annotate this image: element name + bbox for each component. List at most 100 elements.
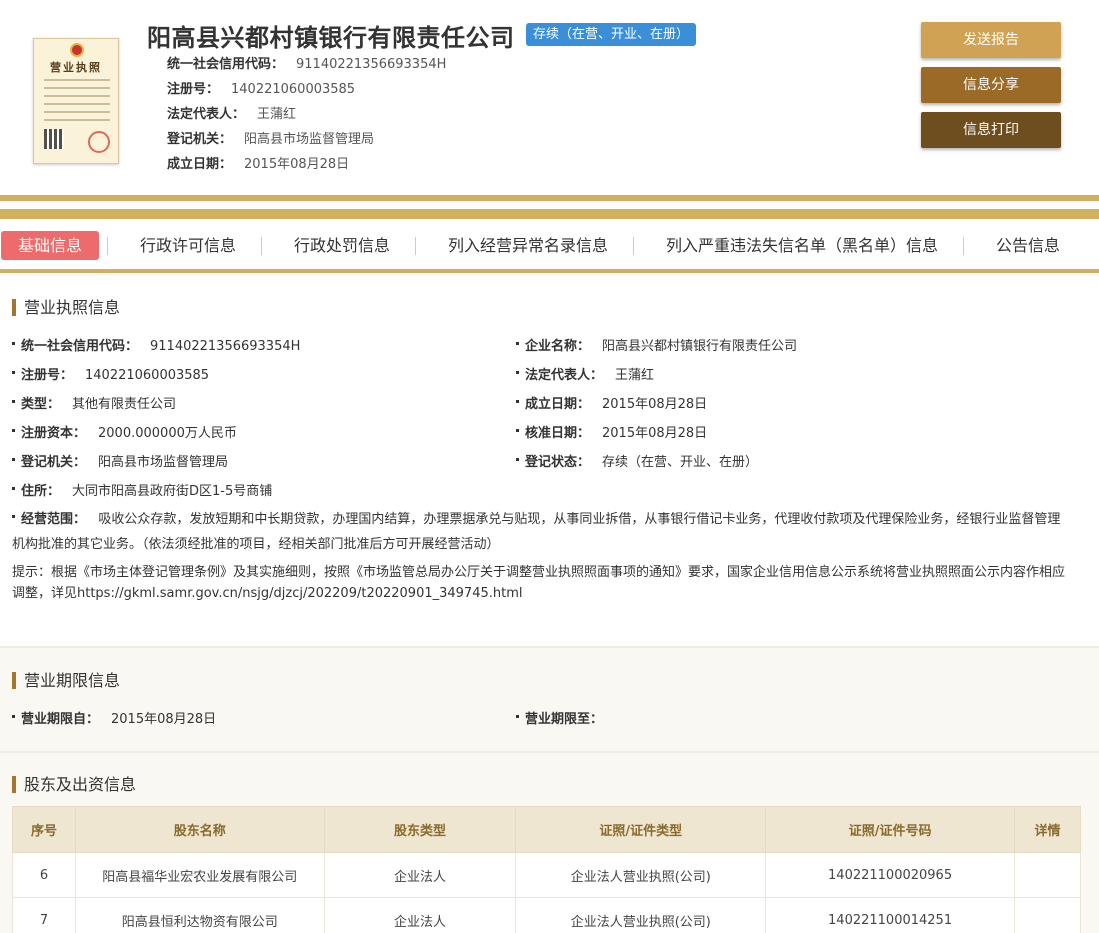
header-established-label: 成立日期： bbox=[167, 157, 232, 172]
header-legal-rep-row: 法定代表人： 王蒲红 bbox=[167, 103, 296, 122]
section-title-shareholders: 股东及出资信息 bbox=[12, 776, 136, 793]
field-address: 住所：大同市阳高县政府街D区1-5号商铺 bbox=[12, 480, 272, 499]
header-divider-top bbox=[0, 195, 1099, 201]
cell-details[interactable] bbox=[1015, 853, 1081, 898]
field-value: 140221060003585 bbox=[85, 368, 209, 383]
field-value: 2015年08月28日 bbox=[111, 712, 216, 727]
cell-cert-type: 企业法人营业执照(公司) bbox=[516, 853, 766, 898]
table-row: 6 阳高县福华业宏农业发展有限公司 企业法人 企业法人营业执照(公司) 1402… bbox=[13, 853, 1081, 898]
table-row: 7 阳高县恒利达物资有限公司 企业法人 企业法人营业执照(公司) 1402211… bbox=[13, 898, 1081, 933]
table-header-row: 序号 股东名称 股东类型 证照/证件类型 证照/证件号码 详情 bbox=[13, 807, 1081, 853]
column-header-name: 股东名称 bbox=[75, 807, 324, 853]
company-name-title: 阳高县兴都村镇银行有限责任公司 bbox=[147, 18, 515, 53]
field-value: 王蒲红 bbox=[615, 368, 654, 383]
tab-basic-info[interactable]: 基础信息 bbox=[1, 231, 99, 260]
business-license-thumbnail[interactable]: 营业执照 bbox=[33, 38, 119, 164]
notice-tip: 提示：根据《市场主体登记管理条例》及其实施细则，按照《市场监管总局办公厅关于调整… bbox=[12, 562, 1067, 604]
field-label: 类型： bbox=[21, 397, 60, 412]
section-title-term: 营业期限信息 bbox=[12, 672, 120, 689]
header-legal-rep-value: 王蒲红 bbox=[257, 107, 296, 122]
header-reg-no-label: 注册号： bbox=[167, 82, 219, 97]
field-value: 2015年08月28日 bbox=[602, 426, 707, 441]
send-report-button[interactable]: 发送报告 bbox=[921, 22, 1061, 58]
field-label: 注册资本： bbox=[21, 426, 86, 441]
column-header-index: 序号 bbox=[13, 807, 76, 853]
business-scope-value: 吸收公众存款，发放短期和中长期贷款，办理国内结算，办理票据承兑与贴现，从事同业拆… bbox=[12, 512, 1060, 552]
business-scope-label: 经营范围： bbox=[21, 512, 86, 527]
field-type: 类型： 其他有限责任公司 bbox=[12, 393, 176, 412]
header-legal-rep-label: 法定代表人： bbox=[167, 107, 245, 122]
tab-admin-license[interactable]: 行政许可信息 bbox=[140, 231, 236, 260]
header-credit-code-value: 91140221356693354H bbox=[296, 57, 446, 72]
field-label: 住所： bbox=[21, 484, 60, 499]
cell-cert-no: 140221100014251 bbox=[766, 898, 1015, 933]
header-established-row: 成立日期： 2015年08月28日 bbox=[167, 153, 349, 172]
field-value: 2000.000000万人民币 bbox=[98, 426, 237, 441]
field-value: 阳高县市场监督管理局 bbox=[98, 455, 228, 470]
field-term-from: 营业期限自：2015年08月28日 bbox=[12, 708, 216, 727]
field-label: 登记机关： bbox=[21, 455, 86, 470]
tab-blacklist[interactable]: 列入严重违法失信名单（黑名单）信息 bbox=[666, 231, 938, 260]
cell-cert-no: 140221100020965 bbox=[766, 853, 1015, 898]
cell-name: 阳高县恒利达物资有限公司 bbox=[75, 898, 324, 933]
tab-abnormal-operation[interactable]: 列入经营异常名录信息 bbox=[448, 231, 608, 260]
tab-separator bbox=[633, 237, 634, 255]
cell-cert-type: 企业法人营业执照(公司) bbox=[516, 898, 766, 933]
field-reg-no: 注册号： 140221060003585 bbox=[12, 364, 209, 383]
field-value: 存续（在营、开业、在册） bbox=[602, 455, 758, 470]
column-header-details: 详情 bbox=[1015, 807, 1081, 853]
field-reg-authority: 登记机关： 阳高县市场监督管理局 bbox=[12, 451, 228, 470]
operating-term-section: 营业期限信息 营业期限自：2015年08月28日 营业期限至： bbox=[0, 648, 1099, 751]
tab-announcements[interactable]: 公告信息 bbox=[996, 231, 1060, 260]
info-tabs: 基础信息 行政许可信息 行政处罚信息 列入经营异常名录信息 列入严重违法失信名单… bbox=[0, 221, 1099, 271]
header-divider-bottom bbox=[0, 209, 1099, 219]
field-value: 阳高县兴都村镇银行有限责任公司 bbox=[602, 339, 797, 354]
field-label: 注册号： bbox=[21, 368, 73, 383]
tab-separator bbox=[261, 237, 262, 255]
business-license-section: 营业执照信息 统一社会信用代码：91140221356693354H 注册号：1… bbox=[0, 273, 1099, 646]
field-label: 成立日期： bbox=[525, 397, 590, 412]
field-value: 其他有限责任公司 bbox=[72, 397, 176, 412]
field-label: 法定代表人： bbox=[525, 368, 603, 383]
header-reg-no-row: 注册号： 140221060003585 bbox=[167, 78, 355, 97]
header-reg-authority-row: 登记机关：阳高县市场监督管理局 bbox=[167, 128, 374, 147]
header-credit-code-label: 统一社会信用代码： bbox=[167, 57, 284, 72]
cell-index: 7 bbox=[13, 898, 76, 933]
national-emblem-icon bbox=[70, 43, 84, 57]
status-badge: 存续（在营、开业、在册） bbox=[526, 23, 696, 46]
header-reg-no-value: 140221060003585 bbox=[231, 82, 355, 97]
cell-index: 6 bbox=[13, 853, 76, 898]
cell-details[interactable] bbox=[1015, 898, 1081, 933]
field-label: 统一社会信用代码： bbox=[21, 339, 138, 354]
business-scope: 经营范围： 吸收公众存款，发放短期和中长期贷款，办理国内结算，办理票据承兑与贴现… bbox=[12, 507, 1062, 557]
qr-code-icon bbox=[44, 129, 64, 149]
column-header-type: 股东类型 bbox=[324, 807, 516, 853]
header-reg-authority-label: 登记机关： bbox=[167, 132, 232, 147]
tab-separator bbox=[963, 237, 964, 255]
field-reg-status: 登记状态： 存续（在营、开业、在册） bbox=[516, 451, 758, 470]
license-text-lines bbox=[44, 79, 110, 127]
field-value: 2015年08月28日 bbox=[602, 397, 707, 412]
shareholder-table: 序号 股东名称 股东类型 证照/证件类型 证照/证件号码 详情 6 阳高县福华业… bbox=[12, 806, 1081, 933]
field-label: 企业名称： bbox=[525, 339, 590, 354]
field-approval-date: 核准日期： 2015年08月28日 bbox=[516, 422, 707, 441]
field-legal-rep: 法定代表人： 王蒲红 bbox=[516, 364, 654, 383]
field-label: 核准日期： bbox=[525, 426, 590, 441]
cell-name: 阳高县福华业宏农业发展有限公司 bbox=[75, 853, 324, 898]
share-info-button[interactable]: 信息分享 bbox=[921, 67, 1061, 103]
header-established-value: 2015年08月28日 bbox=[244, 157, 349, 172]
field-reg-capital: 注册资本： 2000.000000万人民币 bbox=[12, 422, 237, 441]
column-header-cert-no: 证照/证件号码 bbox=[766, 807, 1015, 853]
print-info-button[interactable]: 信息打印 bbox=[921, 112, 1061, 148]
field-value: 91140221356693354H bbox=[150, 339, 300, 354]
field-label: 登记状态： bbox=[525, 455, 590, 470]
field-established-date: 成立日期： 2015年08月28日 bbox=[516, 393, 707, 412]
tab-separator bbox=[107, 237, 108, 255]
column-header-cert-type: 证照/证件类型 bbox=[516, 807, 766, 853]
license-thumb-title: 营业执照 bbox=[34, 59, 118, 75]
tab-admin-penalty[interactable]: 行政处罚信息 bbox=[294, 231, 390, 260]
tab-separator bbox=[415, 237, 416, 255]
field-term-to: 营业期限至： bbox=[516, 708, 615, 727]
cell-type: 企业法人 bbox=[324, 898, 516, 933]
cell-type: 企业法人 bbox=[324, 853, 516, 898]
